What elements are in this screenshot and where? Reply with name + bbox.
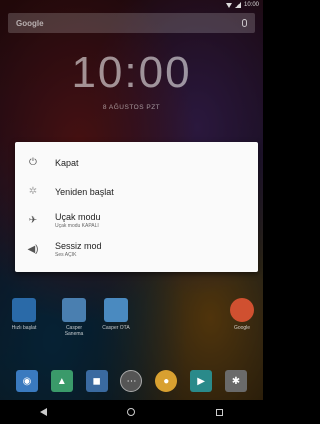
clock-widget[interactable]: 10:00: [0, 50, 263, 96]
navigation-bar: [0, 400, 263, 424]
camera-icon[interactable]: ◉: [16, 370, 38, 392]
app-casper-ota[interactable]: Casper OTA: [98, 298, 134, 331]
option-title: Kapat: [55, 157, 79, 168]
gallery-icon[interactable]: ▲: [50, 370, 73, 392]
app-label: Casper OTA: [102, 325, 130, 331]
google-search-bar[interactable]: Google: [8, 13, 255, 33]
casper-icon: [12, 298, 36, 322]
app-casper-sanema[interactable]: Casper Sanema: [56, 298, 92, 337]
date-widget: 8 AĞUSTOS PZT: [102, 104, 161, 111]
apps-drawer-icon[interactable]: ⋯: [120, 370, 143, 392]
google-icon: [230, 298, 254, 322]
app-label: Casper Sanema: [64, 325, 84, 337]
mic-icon[interactable]: [242, 19, 247, 27]
home-screen: 10:00 Google 10:00 8 AĞUSTOS PZT Hızlı b…: [0, 0, 263, 424]
status-time: 10:00: [243, 2, 259, 8]
app-label: Google: [233, 325, 251, 331]
signal-icon: [234, 2, 241, 8]
restart-option[interactable]: ✲ Yeniden başlat: [15, 177, 258, 206]
restart-icon: ✲: [28, 186, 38, 197]
option-title: Yeniden başlat: [55, 186, 114, 197]
app-google[interactable]: Google: [224, 298, 260, 331]
dock: ◉ ▲ ◼ ⋯ ● ▶ ✱: [8, 366, 255, 396]
contacts-icon[interactable]: ◼: [85, 370, 108, 392]
option-subtitle: Ses AÇIK: [55, 252, 77, 258]
power-menu-dialog: ⏻ Kapat ✲ Yeniden başlat ✈ Uçak modu Uça…: [15, 142, 258, 272]
home-icon[interactable]: [127, 408, 136, 416]
casper-icon: [62, 298, 86, 322]
app-row: Hızlı başlat Casper Sanema Casper OTA Go…: [0, 298, 263, 348]
search-label: Google: [16, 18, 44, 28]
silent-mode-option[interactable]: ◀) Sessiz mod Ses AÇIK: [15, 235, 258, 264]
back-icon[interactable]: [40, 408, 48, 416]
option-title: Sessiz mod: [55, 241, 102, 251]
power-icon: ⏻: [29, 157, 37, 168]
airplane-mode-option[interactable]: ✈ Uçak modu Uçak modu KAPALI: [15, 206, 258, 235]
app-label: Hızlı başlat: [11, 325, 37, 331]
option-title: Uçak modu: [55, 212, 101, 222]
status-bar: 10:00: [0, 0, 263, 10]
play-store-icon[interactable]: ▶: [190, 370, 213, 392]
cloud-icon: [104, 298, 128, 322]
wifi-icon: [225, 2, 232, 8]
recent-apps-icon[interactable]: [215, 408, 223, 416]
power-off-option[interactable]: ⏻ Kapat: [15, 148, 258, 177]
option-subtitle: Uçak modu KAPALI: [55, 223, 99, 229]
settings-icon[interactable]: ✱: [224, 370, 247, 392]
chrome-icon[interactable]: ●: [155, 370, 178, 392]
airplane-icon: ✈: [28, 215, 38, 226]
app-hizli-baslat[interactable]: Hızlı başlat: [6, 298, 42, 331]
volume-icon: ◀): [27, 244, 39, 255]
